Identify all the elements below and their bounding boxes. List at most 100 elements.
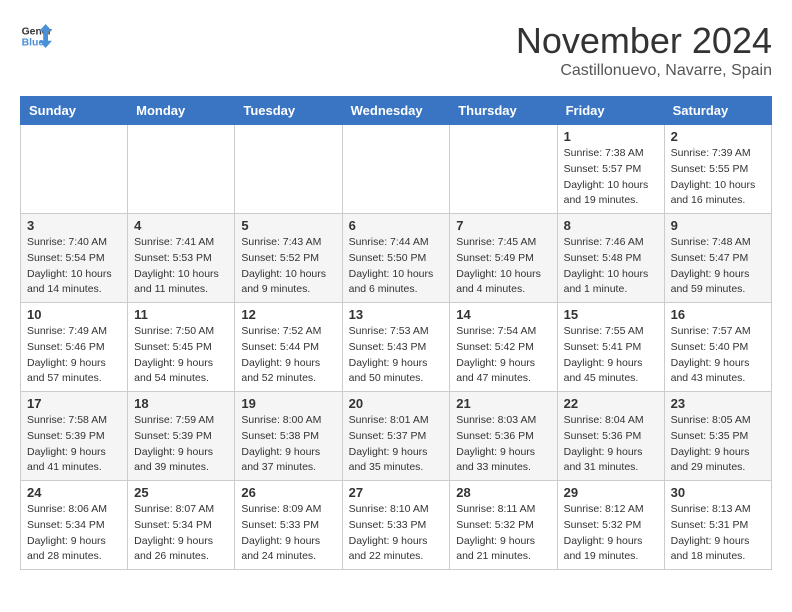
day-number: 26 [241,485,335,500]
weekday-header: Thursday [450,97,557,125]
day-number: 20 [349,396,444,411]
day-info: Sunrise: 7:58 AMSunset: 5:39 PMDaylight:… [27,413,121,476]
day-info: Sunrise: 7:41 AMSunset: 5:53 PMDaylight:… [134,235,228,298]
weekday-header: Saturday [664,97,771,125]
day-number: 27 [349,485,444,500]
day-number: 4 [134,218,228,233]
calendar-cell: 30 Sunrise: 8:13 AMSunset: 5:31 PMDayligh… [664,481,771,570]
day-info: Sunrise: 8:07 AMSunset: 5:34 PMDaylight:… [134,502,228,565]
day-info: Sunrise: 8:11 AMSunset: 5:32 PMDaylight:… [456,502,550,565]
calendar-week-row: 24Sunrise: 8:06 AMSunset: 5:34 PMDayligh… [21,481,772,570]
day-number: 3 [27,218,121,233]
calendar-cell: 22Sunrise: 8:04 AMSunset: 5:36 PMDayligh… [557,392,664,481]
day-number: 6 [349,218,444,233]
day-number: 23 [671,396,765,411]
calendar-cell: 26 Sunrise: 8:09 AMSunset: 5:33 PMDayligh… [235,481,342,570]
calendar-cell: 13 Sunrise: 7:53 AMSunset: 5:43 PMDayligh… [342,303,450,392]
calendar-cell: 5Sunrise: 7:43 AMSunset: 5:52 PMDaylight… [235,214,342,303]
day-info: Sunrise: 8:13 AMSunset: 5:31 PMDaylight:… [671,502,765,565]
calendar-cell: 23 Sunrise: 8:05 AMSunset: 5:35 PMDayligh… [664,392,771,481]
calendar-week-row: 17 Sunrise: 7:58 AMSunset: 5:39 PMDayligh… [21,392,772,481]
calendar-table: SundayMondayTuesdayWednesdayThursdayFrid… [20,96,772,570]
svg-text:Blue: Blue [22,38,45,49]
calendar-cell: 1Sunrise: 7:38 AMSunset: 5:57 PMDaylight… [557,125,664,214]
day-number: 9 [671,218,765,233]
day-info: Sunrise: 7:43 AMSunset: 5:52 PMDaylight:… [241,235,335,298]
day-number: 13 [349,307,444,322]
calendar-cell: 3 Sunrise: 7:40 AMSunset: 5:54 PMDaylight… [21,214,128,303]
calendar-cell [450,125,557,214]
calendar-cell: 14Sunrise: 7:54 AMSunset: 5:42 PMDayligh… [450,303,557,392]
calendar-cell: 19 Sunrise: 8:00 AMSunset: 5:38 PMDayligh… [235,392,342,481]
calendar-cell: 6 Sunrise: 7:44 AMSunset: 5:50 PMDaylight… [342,214,450,303]
calendar-cell: 28 Sunrise: 8:11 AMSunset: 5:32 PMDayligh… [450,481,557,570]
day-number: 29 [564,485,658,500]
page-header: General Blue November 2024 Castillonuevo… [20,20,772,80]
calendar-cell: 17 Sunrise: 7:58 AMSunset: 5:39 PMDayligh… [21,392,128,481]
calendar-cell [21,125,128,214]
calendar-cell: 2 Sunrise: 7:39 AMSunset: 5:55 PMDaylight… [664,125,771,214]
day-number: 18 [134,396,228,411]
calendar-cell: 27 Sunrise: 8:10 AMSunset: 5:33 PMDayligh… [342,481,450,570]
weekday-header: Friday [557,97,664,125]
day-number: 1 [564,129,658,144]
calendar-cell: 9 Sunrise: 7:48 AMSunset: 5:47 PMDaylight… [664,214,771,303]
day-info: Sunrise: 8:05 AMSunset: 5:35 PMDaylight:… [671,413,765,476]
month-title: November 2024 [516,20,772,62]
calendar-cell: 18 Sunrise: 7:59 AMSunset: 5:39 PMDayligh… [128,392,235,481]
calendar-cell: 16 Sunrise: 7:57 AMSunset: 5:40 PMDayligh… [664,303,771,392]
day-number: 16 [671,307,765,322]
calendar-cell: 24Sunrise: 8:06 AMSunset: 5:34 PMDayligh… [21,481,128,570]
day-info: Sunrise: 7:52 AMSunset: 5:44 PMDaylight:… [241,324,335,387]
calendar-week-row: 10 Sunrise: 7:49 AMSunset: 5:46 PMDayligh… [21,303,772,392]
day-number: 14 [456,307,550,322]
day-number: 7 [456,218,550,233]
day-number: 21 [456,396,550,411]
day-info: Sunrise: 8:03 AMSunset: 5:36 PMDaylight:… [456,413,550,476]
calendar-cell [128,125,235,214]
day-number: 8 [564,218,658,233]
weekday-header: Tuesday [235,97,342,125]
calendar-cell: 11 Sunrise: 7:50 AMSunset: 5:45 PMDayligh… [128,303,235,392]
calendar-cell [342,125,450,214]
day-info: Sunrise: 7:48 AMSunset: 5:47 PMDaylight:… [671,235,765,298]
day-info: Sunrise: 8:00 AMSunset: 5:38 PMDaylight:… [241,413,335,476]
day-info: Sunrise: 7:39 AMSunset: 5:55 PMDaylight:… [671,146,765,209]
day-number: 2 [671,129,765,144]
calendar-cell: 20 Sunrise: 8:01 AMSunset: 5:37 PMDayligh… [342,392,450,481]
day-info: Sunrise: 7:59 AMSunset: 5:39 PMDaylight:… [134,413,228,476]
day-info: Sunrise: 8:12 AMSunset: 5:32 PMDaylight:… [564,502,658,565]
calendar-week-row: 1Sunrise: 7:38 AMSunset: 5:57 PMDaylight… [21,125,772,214]
calendar-cell: 4 Sunrise: 7:41 AMSunset: 5:53 PMDaylight… [128,214,235,303]
calendar-cell: 15Sunrise: 7:55 AMSunset: 5:41 PMDayligh… [557,303,664,392]
weekday-header: Sunday [21,97,128,125]
calendar-cell [235,125,342,214]
day-info: Sunrise: 7:57 AMSunset: 5:40 PMDaylight:… [671,324,765,387]
day-number: 11 [134,307,228,322]
logo-icon: General Blue [20,20,52,52]
calendar-header: SundayMondayTuesdayWednesdayThursdayFrid… [21,97,772,125]
day-number: 22 [564,396,658,411]
day-info: Sunrise: 7:44 AMSunset: 5:50 PMDaylight:… [349,235,444,298]
day-number: 19 [241,396,335,411]
calendar-cell: 25Sunrise: 8:07 AMSunset: 5:34 PMDayligh… [128,481,235,570]
day-info: Sunrise: 8:10 AMSunset: 5:33 PMDaylight:… [349,502,444,565]
day-number: 17 [27,396,121,411]
calendar-week-row: 3 Sunrise: 7:40 AMSunset: 5:54 PMDaylight… [21,214,772,303]
day-number: 10 [27,307,121,322]
day-info: Sunrise: 7:50 AMSunset: 5:45 PMDaylight:… [134,324,228,387]
location: Castillonuevo, Navarre, Spain [516,62,772,80]
day-info: Sunrise: 7:46 AMSunset: 5:48 PMDaylight:… [564,235,658,298]
title-block: November 2024 Castillonuevo, Navarre, Sp… [516,20,772,80]
day-number: 28 [456,485,550,500]
day-number: 30 [671,485,765,500]
day-info: Sunrise: 8:06 AMSunset: 5:34 PMDaylight:… [27,502,121,565]
weekday-header-row: SundayMondayTuesdayWednesdayThursdayFrid… [21,97,772,125]
calendar-cell: 12Sunrise: 7:52 AMSunset: 5:44 PMDayligh… [235,303,342,392]
day-info: Sunrise: 7:40 AMSunset: 5:54 PMDaylight:… [27,235,121,298]
day-info: Sunrise: 7:53 AMSunset: 5:43 PMDaylight:… [349,324,444,387]
day-info: Sunrise: 8:09 AMSunset: 5:33 PMDaylight:… [241,502,335,565]
day-info: Sunrise: 8:01 AMSunset: 5:37 PMDaylight:… [349,413,444,476]
day-info: Sunrise: 7:49 AMSunset: 5:46 PMDaylight:… [27,324,121,387]
calendar-body: 1Sunrise: 7:38 AMSunset: 5:57 PMDaylight… [21,125,772,570]
